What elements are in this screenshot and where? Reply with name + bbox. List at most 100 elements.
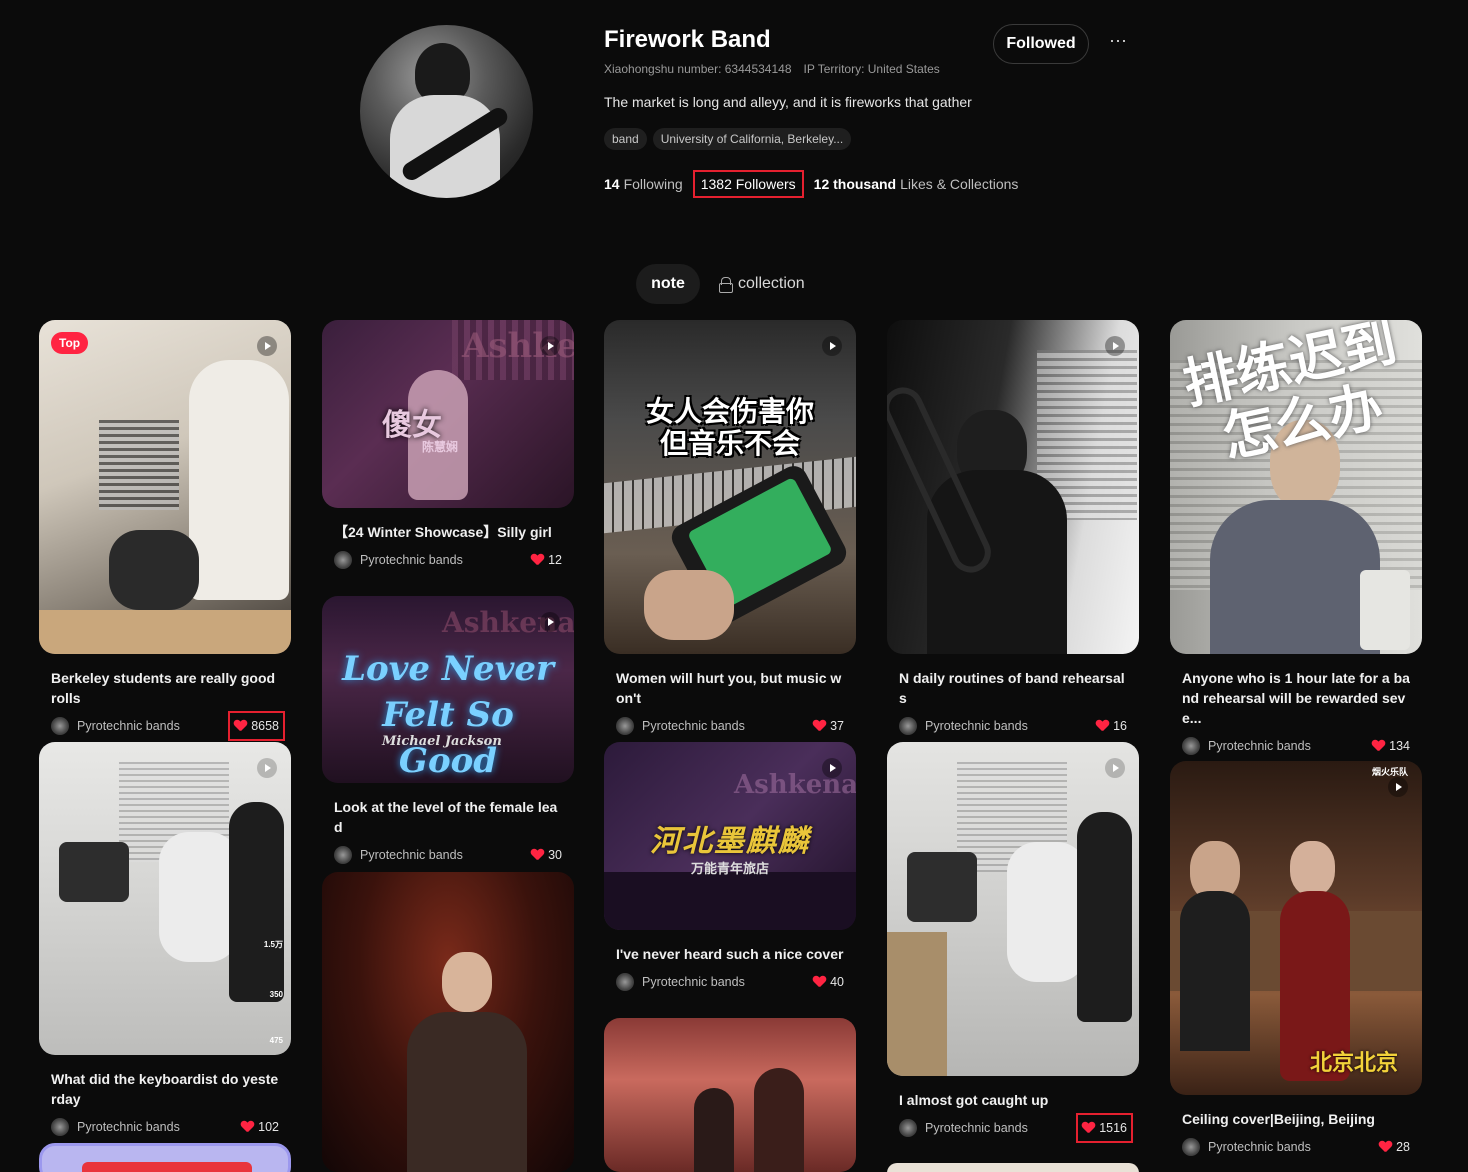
like-button[interactable]: 28 (1379, 1140, 1410, 1154)
note-title[interactable]: Berkeley students are really good rolls (39, 668, 291, 708)
video-icon (822, 758, 842, 778)
tag-university[interactable]: University of California, Berkeley... (652, 128, 852, 150)
note-cover[interactable]: 1.5万 350 475 (39, 742, 291, 1055)
note-title[interactable]: Ceiling cover|Beijing, Beijing (1170, 1109, 1422, 1129)
note-card[interactable] (887, 1163, 1139, 1172)
top-badge: Top (51, 332, 89, 354)
note-cover[interactable]: Top (39, 320, 291, 654)
note-cover[interactable]: Ashke 傻女 陈慧娴 (322, 320, 574, 508)
note-card[interactable]: 排练迟到怎么办 Anyone who is 1 hour late for a … (1170, 320, 1422, 756)
note-card[interactable]: Ashkenaz Love Never Felt So Good Michael… (322, 596, 574, 865)
video-icon (1105, 758, 1125, 778)
note-title[interactable]: 【24 Winter Showcase】Silly girl (322, 522, 574, 542)
heart-icon (531, 554, 544, 566)
author-name[interactable]: Pyrotechnic bands (360, 848, 531, 862)
cover-overlay-sub: Michael Jackson (382, 734, 502, 749)
video-icon (540, 336, 560, 356)
likes-stat[interactable]: 12 thousand Likes & Collections (814, 176, 1019, 192)
note-title[interactable]: Women will hurt you, but music won't (604, 668, 856, 708)
note-card[interactable]: 1.5万 350 475 What did the keyboardist do… (39, 742, 291, 1137)
author-avatar[interactable] (616, 973, 634, 991)
side-comment-count: 350 (269, 990, 283, 999)
note-cover[interactable] (887, 742, 1139, 1076)
tab-note[interactable]: note (636, 264, 700, 304)
note-footer: Pyrotechnic bands 30 (322, 845, 574, 865)
author-avatar[interactable] (1182, 737, 1200, 755)
note-cover[interactable] (887, 320, 1139, 654)
author-avatar[interactable] (334, 846, 352, 864)
author-avatar[interactable] (51, 717, 69, 735)
tag-band[interactable]: band (604, 128, 647, 150)
author-avatar[interactable] (616, 717, 634, 735)
note-title[interactable]: I almost got caught up (887, 1090, 1139, 1110)
author-avatar[interactable] (51, 1118, 69, 1136)
heart-icon (813, 976, 826, 988)
like-button[interactable]: 16 (1096, 719, 1127, 733)
author-name[interactable]: Pyrotechnic bands (1208, 739, 1372, 753)
author-name[interactable]: Pyrotechnic bands (642, 975, 813, 989)
like-button[interactable]: 30 (531, 848, 562, 862)
like-button[interactable]: 37 (813, 719, 844, 733)
side-star-count: 475 (269, 1036, 283, 1045)
note-footer: Pyrotechnic bands 40 (604, 972, 856, 992)
note-card[interactable]: 烟火乐队 北京北京 Ceiling cover|Beijing, Beijing… (1170, 761, 1422, 1157)
heart-icon (531, 849, 544, 861)
note-cover[interactable]: 女人会伤害你 但音乐不会 (604, 320, 856, 654)
side-like-count: 1.5万 (263, 940, 283, 949)
note-card[interactable]: Ashkenaz 河北墨麒麟 万能青年旅店 I've never heard s… (604, 742, 856, 992)
author-name[interactable]: Pyrotechnic bands (925, 719, 1096, 733)
corner-watermark: 烟火乐队 (1371, 767, 1408, 777)
note-cover[interactable]: 烟火乐队 北京北京 (1170, 761, 1422, 1095)
like-count: 28 (1396, 1140, 1410, 1154)
note-title[interactable]: What did the keyboardist do yesterday (39, 1069, 291, 1109)
note-cover[interactable] (322, 872, 574, 1172)
author-avatar[interactable] (899, 1119, 917, 1137)
note-card[interactable] (39, 1143, 291, 1172)
heart-icon (241, 1121, 254, 1133)
author-name[interactable]: Pyrotechnic bands (360, 553, 531, 567)
author-name[interactable]: Pyrotechnic bands (77, 719, 228, 733)
like-button[interactable]: 1516 (1076, 1113, 1133, 1143)
followed-button[interactable]: Followed (993, 24, 1089, 64)
note-card[interactable]: 女人会伤害你 但音乐不会 Women will hurt you, but mu… (604, 320, 856, 736)
note-card[interactable]: Top Berkeley students are really good ro… (39, 320, 291, 741)
author-avatar[interactable] (334, 551, 352, 569)
author-name[interactable]: Pyrotechnic bands (925, 1121, 1076, 1135)
author-name[interactable]: Pyrotechnic bands (1208, 1140, 1379, 1154)
video-icon (540, 612, 560, 632)
note-cover[interactable]: Ashkenaz Love Never Felt So Good Michael… (322, 596, 574, 783)
note-title[interactable]: Anyone who is 1 hour late for a band reh… (1170, 668, 1422, 728)
like-button[interactable]: 134 (1372, 739, 1410, 753)
cover-overlay: 北京北京 (1310, 1050, 1399, 1076)
author-avatar[interactable] (1182, 1138, 1200, 1156)
like-button[interactable]: 102 (241, 1120, 279, 1134)
like-count: 16 (1113, 719, 1127, 733)
note-title[interactable]: N daily routines of band rehearsals (887, 668, 1139, 708)
cover-overlay: 女人会伤害你 但音乐不会 (645, 395, 814, 460)
note-cover[interactable] (887, 1163, 1139, 1172)
author-avatar[interactable] (899, 717, 917, 735)
author-name[interactable]: Pyrotechnic bands (77, 1120, 241, 1134)
note-cover[interactable]: Ashkenaz 河北墨麒麟 万能青年旅店 (604, 742, 856, 930)
note-cover[interactable]: 排练迟到怎么办 (1170, 320, 1422, 654)
more-options-icon[interactable]: ··· (1106, 30, 1130, 54)
like-button[interactable]: 8658 (228, 711, 285, 741)
like-button[interactable]: 40 (813, 975, 844, 989)
note-card[interactable]: N daily routines of band rehearsals Pyro… (887, 320, 1139, 736)
note-title[interactable]: I've never heard such a nice cover (604, 944, 856, 964)
note-card[interactable] (604, 1018, 856, 1172)
note-card[interactable]: Ashke 傻女 陈慧娴 【24 Winter Showcase】Silly g… (322, 320, 574, 570)
followers-stat[interactable]: 1382 Followers (692, 170, 804, 198)
author-name[interactable]: Pyrotechnic bands (642, 719, 813, 733)
following-stat[interactable]: 14 Following (604, 176, 683, 192)
note-card[interactable]: I almost got caught up Pyrotechnic bands… (887, 742, 1139, 1143)
note-cover[interactable] (604, 1018, 856, 1172)
lock-icon (718, 277, 733, 293)
note-card[interactable] (322, 872, 574, 1172)
like-count: 134 (1389, 739, 1410, 753)
note-title[interactable]: Look at the level of the female lead (322, 797, 574, 837)
like-button[interactable]: 12 (531, 553, 562, 567)
tab-collection[interactable]: collection (718, 264, 805, 304)
heart-icon (1372, 740, 1385, 752)
note-cover[interactable] (39, 1143, 291, 1172)
